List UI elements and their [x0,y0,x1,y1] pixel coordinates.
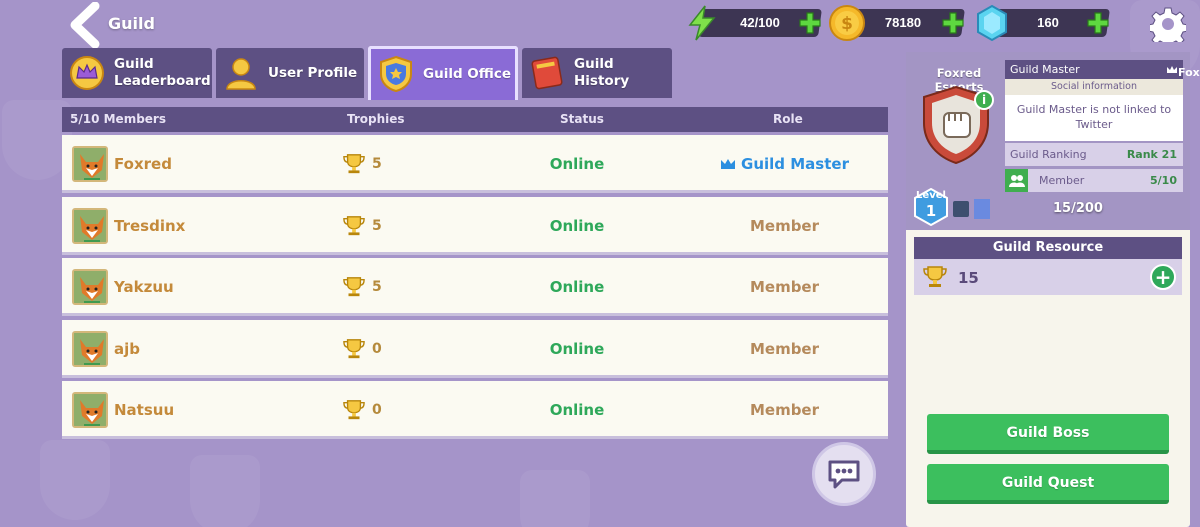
chevron-left-icon [70,2,100,48]
table-row[interactable]: Foxred 5 Online Guild Master [62,135,888,193]
add-guild-resource-button[interactable]: + [1150,264,1176,290]
user-icon [222,55,260,91]
book-icon [528,55,566,91]
coin-icon: $ [827,3,867,43]
status-label: Online [549,401,605,419]
trophy-count: 5 [372,156,382,172]
guild-quest-button[interactable]: Guild Quest [927,464,1169,504]
coin-counter: $ 78180 [829,5,967,41]
table-row[interactable]: Natsuu 0 Online Member [62,381,888,439]
tab-guild-leaderboard[interactable]: Guild Leaderboard [62,48,212,98]
energy-counter: 42/100 [688,5,824,41]
table-row[interactable]: ajb 0 Online Member [62,319,888,378]
member-name: Yakzuu [114,278,174,296]
tab-guild-office[interactable]: Guild Office [368,46,518,100]
column-header-status: Status [560,112,604,126]
member-name: Natsuu [114,401,175,419]
column-header-trophies: Trophies [347,112,405,126]
avatar [72,146,108,182]
status-label: Online [549,339,605,358]
status-label: Online [549,155,605,173]
role-label: Member [749,401,820,419]
members-table-header: 5/10 Members Trophies Status Role [62,107,888,132]
role-label: Member [749,216,820,235]
tab-bar: Guild Leaderboard User Profile Guild Off… [62,46,672,100]
social-info-text: Guild Master is not linked to Twitter [1005,95,1183,141]
background-shield-decoration [40,440,110,520]
avatar [72,392,108,428]
guild-resource-value: 15 [958,269,979,287]
social-info-title: Social information [1005,79,1183,95]
trophy-count: 0 [372,402,382,418]
crown-icon [721,159,736,169]
trophy-count: 0 [372,340,382,357]
add-gems-button[interactable] [1084,9,1112,37]
add-coins-button[interactable] [939,9,967,37]
crown-icon [68,55,106,91]
trophy-cell: 0 [342,399,382,421]
tab-user-profile[interactable]: User Profile [216,48,364,98]
guild-member-row: Member 5/10 [1005,169,1183,192]
gem-counter: 160 [977,4,1112,42]
background-shield-decoration [520,470,590,527]
avatar [72,330,108,367]
guild-resource-title: Guild Resource [914,237,1182,259]
guild-boss-button[interactable]: Guild Boss [927,414,1169,454]
trophy-cell: 5 [342,276,382,298]
back-button[interactable] [62,2,108,48]
gem-icon [972,3,1012,43]
member-name: Tresdinx [114,216,186,235]
member-name: Foxred [114,155,172,173]
role-label: Member [749,339,820,358]
trophy-count: 5 [372,217,382,234]
chat-bubble-icon [828,460,860,489]
xp-icon [953,201,969,217]
guild-level-badge: Level 1 [914,188,948,226]
guild-xp-bar: 15/200 [974,199,1182,219]
crown-icon [1167,66,1177,73]
tab-guild-history[interactable]: Guild History [522,48,672,98]
guild-ranking-row: Guild Ranking Rank 21 [1005,143,1183,166]
trophy-count: 5 [372,279,382,295]
plus-icon [799,12,821,34]
guild-resource-row: 15 + [914,259,1182,295]
guild-master-header: Guild Master Foxred [1005,60,1200,79]
gear-icon [1147,7,1189,49]
role-label: Guild Master [682,155,887,173]
role-label: Member [749,278,820,296]
table-row[interactable]: Tresdinx 5 Online Member [62,196,888,255]
background-shield-decoration [190,455,260,527]
trophy-icon [342,215,366,237]
trophy-cell: 0 [342,338,382,360]
status-label: Online [549,216,605,235]
lightning-icon [682,3,722,43]
avatar [72,269,108,305]
table-row[interactable]: Yakzuu 5 Online Member [62,258,888,316]
column-header-role: Role [773,112,803,126]
page-title: Guild [108,14,155,33]
trophy-icon [342,276,366,298]
member-name: ajb [114,339,141,358]
plus-icon [1087,12,1109,34]
svg-text:$: $ [841,14,853,34]
settings-button[interactable] [1147,6,1189,49]
trophy-cell: 5 [342,153,382,175]
add-energy-button[interactable] [796,9,824,37]
guild-master-name: Foxred [1166,63,1200,79]
shield-icon [377,55,415,93]
plus-icon [942,12,964,34]
guild-info-button[interactable]: i [974,90,994,110]
guild-info-panel: Foxred Esports i Guild Master Foxred Soc… [906,52,1200,527]
chat-button[interactable] [812,442,876,506]
guild-card: Foxred Esports i Guild Master Foxred Soc… [906,52,1200,230]
trophy-icon [922,265,948,293]
trophy-cell: 5 [342,215,382,237]
members-count: 5/10 Members [70,112,166,126]
trophy-icon [342,338,366,360]
trophy-icon [342,153,366,175]
avatar [72,207,108,244]
members-icon [1005,169,1028,192]
trophy-icon [342,399,366,421]
status-label: Online [549,278,605,296]
